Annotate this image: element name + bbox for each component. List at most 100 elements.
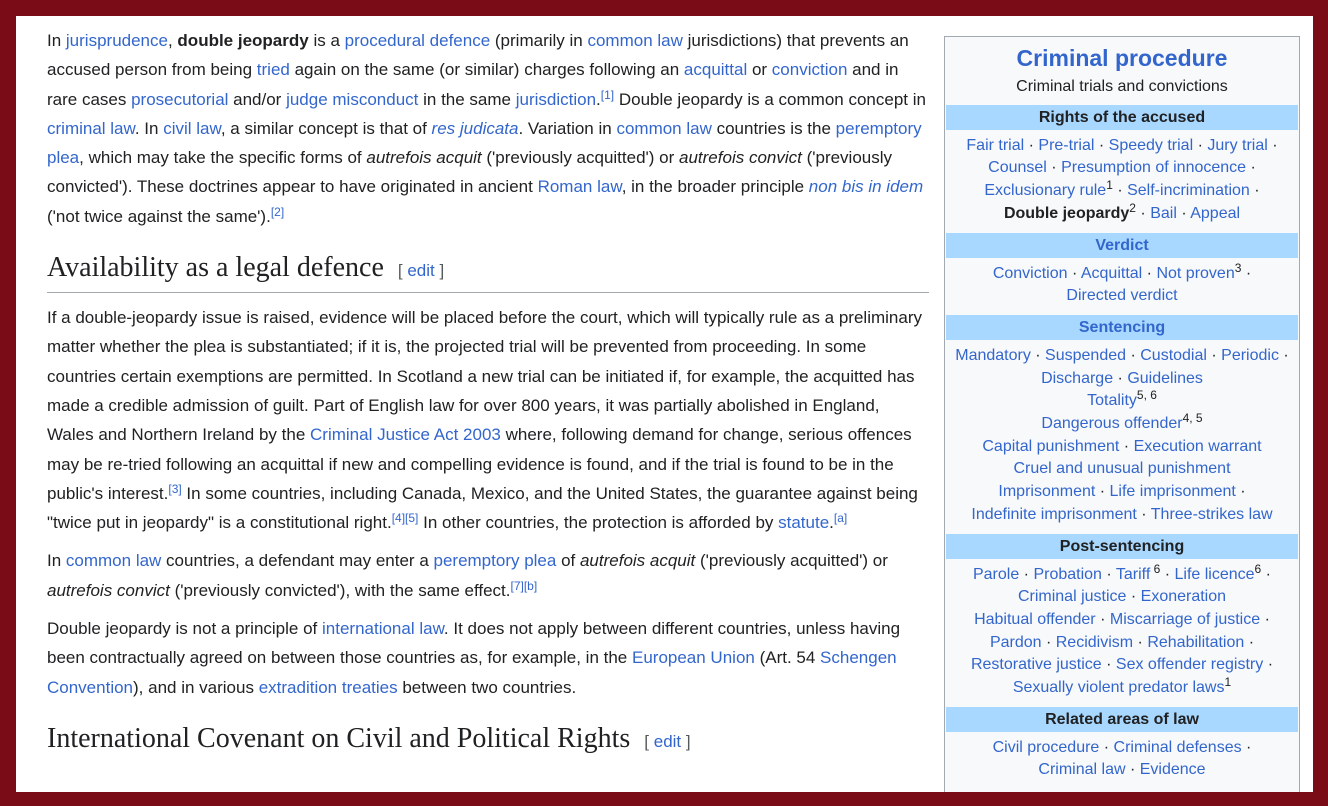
article-link[interactable]: Conviction: [993, 265, 1068, 282]
text-run: ·: [1112, 182, 1128, 200]
article-link[interactable]: European Union: [632, 648, 755, 667]
bold-text: Double jeopardy: [1003, 204, 1130, 222]
article-link[interactable]: common law: [616, 119, 711, 138]
citation-link[interactable]: [1]: [601, 88, 614, 102]
article-link[interactable]: Parole: [973, 566, 1019, 583]
article-link[interactable]: jurisprudence: [66, 31, 168, 50]
article-link[interactable]: Life imprisonment: [1110, 483, 1236, 500]
article-link[interactable]: Totality: [1087, 392, 1137, 409]
article-link[interactable]: Criminal law: [1038, 761, 1125, 778]
article-link[interactable]: Jury trial: [1207, 137, 1267, 154]
article-link[interactable]: Criminal defenses: [1114, 739, 1242, 756]
article-link[interactable]: Civil procedure: [993, 739, 1100, 756]
article-link[interactable]: Directed verdict: [1066, 287, 1177, 304]
article-link[interactable]: Roman law: [538, 177, 622, 196]
article-link[interactable]: Guidelines: [1127, 370, 1203, 387]
citation-link[interactable]: [b]: [524, 579, 537, 593]
citation-link[interactable]: [7]: [511, 579, 524, 593]
article-link[interactable]: procedural defence: [345, 31, 491, 50]
article-link[interactable]: Presumption of innocence: [1061, 159, 1246, 176]
article-link[interactable]: Rehabilitation: [1147, 634, 1244, 651]
article-link[interactable]: Appeal: [1190, 205, 1240, 222]
citation-link[interactable]: [4]: [392, 511, 405, 525]
article-link[interactable]: Bail: [1150, 205, 1177, 222]
article-link[interactable]: tried: [257, 60, 290, 79]
text-run: ·: [1263, 656, 1274, 674]
text-run: ·: [1142, 264, 1157, 282]
article-link[interactable]: Imprisonment: [998, 483, 1095, 500]
article-link[interactable]: Exoneration: [1141, 588, 1226, 605]
article-link[interactable]: Execution warrant: [1134, 438, 1262, 455]
article-link[interactable]: Tariff: [1116, 566, 1150, 583]
infobox-section-heading: Related areas of law: [946, 706, 1298, 732]
edit-bracket-open: [: [644, 731, 649, 751]
article-link[interactable]: peremptory plea: [434, 551, 557, 570]
citation-link[interactable]: [5]: [405, 511, 418, 525]
text-run: ·: [1046, 159, 1062, 177]
article-link[interactable]: civil law: [163, 119, 221, 138]
text-run: in the same: [418, 89, 516, 109]
edit-link[interactable]: edit: [654, 732, 681, 751]
article-link[interactable]: Periodic: [1221, 347, 1279, 364]
article-link[interactable]: Criminal justice: [1018, 588, 1126, 605]
section-title: International Covenant on Civil and Poli…: [47, 722, 631, 754]
article-link[interactable]: Not proven: [1156, 265, 1234, 282]
article-link[interactable]: Dangerous offender: [1041, 415, 1182, 432]
article-link[interactable]: statute: [778, 513, 829, 532]
superscript: [b]: [524, 579, 537, 593]
article-link[interactable]: extradition treaties: [259, 678, 398, 697]
article-link[interactable]: criminal law: [47, 119, 135, 138]
article-link[interactable]: res judicata: [432, 119, 519, 138]
article-link[interactable]: Mandatory: [955, 347, 1031, 364]
article-link[interactable]: Sex offender registry: [1116, 656, 1263, 673]
article-link[interactable]: Counsel: [988, 159, 1047, 176]
article-link[interactable]: Speedy trial: [1109, 137, 1194, 154]
section-heading-availability: Availability as a legal defence [ edit ]: [47, 249, 929, 294]
article-link[interactable]: Criminal Justice Act 2003: [310, 425, 501, 444]
article-link[interactable]: Indefinite imprisonment: [971, 506, 1136, 523]
article-link[interactable]: Capital punishment: [982, 438, 1119, 455]
article-link[interactable]: Three-strikes law: [1151, 506, 1273, 523]
article-link[interactable]: acquittal: [684, 60, 747, 79]
article-link[interactable]: international law: [322, 619, 444, 638]
article-link[interactable]: Exclusionary rule: [984, 182, 1106, 199]
article-link[interactable]: non bis in idem: [809, 177, 923, 196]
infobox-section-heading[interactable]: Sentencing: [946, 314, 1298, 340]
citation-link[interactable]: [a]: [834, 511, 847, 525]
article-link[interactable]: conviction: [772, 60, 848, 79]
article-link[interactable]: Custodial: [1140, 347, 1207, 364]
article-link[interactable]: Acquittal: [1081, 265, 1142, 282]
text-run: ·: [1094, 136, 1109, 154]
article-link[interactable]: common law: [66, 551, 161, 570]
article-link[interactable]: Pardon: [990, 634, 1042, 651]
article-link[interactable]: Suspended: [1045, 347, 1126, 364]
article-link[interactable]: Fair trial: [966, 137, 1024, 154]
infobox-line: Civil procedure · Criminal defenses ·: [951, 737, 1293, 760]
article-link[interactable]: Habitual offender: [974, 611, 1096, 628]
article-link[interactable]: Life licence: [1175, 566, 1255, 583]
article-link[interactable]: judge misconduct: [286, 90, 418, 109]
article-link[interactable]: prosecutorial: [131, 90, 228, 109]
infobox-section-heading[interactable]: Verdict: [946, 232, 1298, 258]
citation-link[interactable]: [3]: [168, 482, 181, 496]
text-run: autrefois acquit: [366, 148, 482, 168]
article-link[interactable]: Miscarriage of justice: [1110, 611, 1260, 628]
infobox-title[interactable]: Criminal procedure: [945, 44, 1299, 72]
infobox-line: Directed verdict: [951, 285, 1293, 308]
citation-link[interactable]: [2]: [271, 205, 284, 219]
article-link[interactable]: Probation: [1033, 566, 1102, 583]
article-link[interactable]: common law: [587, 31, 682, 50]
article-link[interactable]: Cruel and unusual punishment: [1013, 460, 1230, 477]
article-link[interactable]: Restorative justice: [971, 656, 1102, 673]
article-link[interactable]: Self-incrimination: [1127, 182, 1250, 199]
article-link[interactable]: Discharge: [1041, 370, 1113, 387]
text-run: ·: [1278, 346, 1289, 364]
article-link[interactable]: Evidence: [1140, 761, 1206, 778]
superscript: [7]: [511, 579, 524, 593]
article-link[interactable]: Recidivism: [1056, 634, 1133, 651]
article-link[interactable]: Pre-trial: [1038, 137, 1094, 154]
article-link[interactable]: Sexually violent predator laws: [1013, 679, 1225, 696]
edit-link[interactable]: edit: [407, 261, 434, 280]
text-run: ·: [1241, 264, 1252, 282]
article-link[interactable]: jurisdiction: [516, 90, 596, 109]
